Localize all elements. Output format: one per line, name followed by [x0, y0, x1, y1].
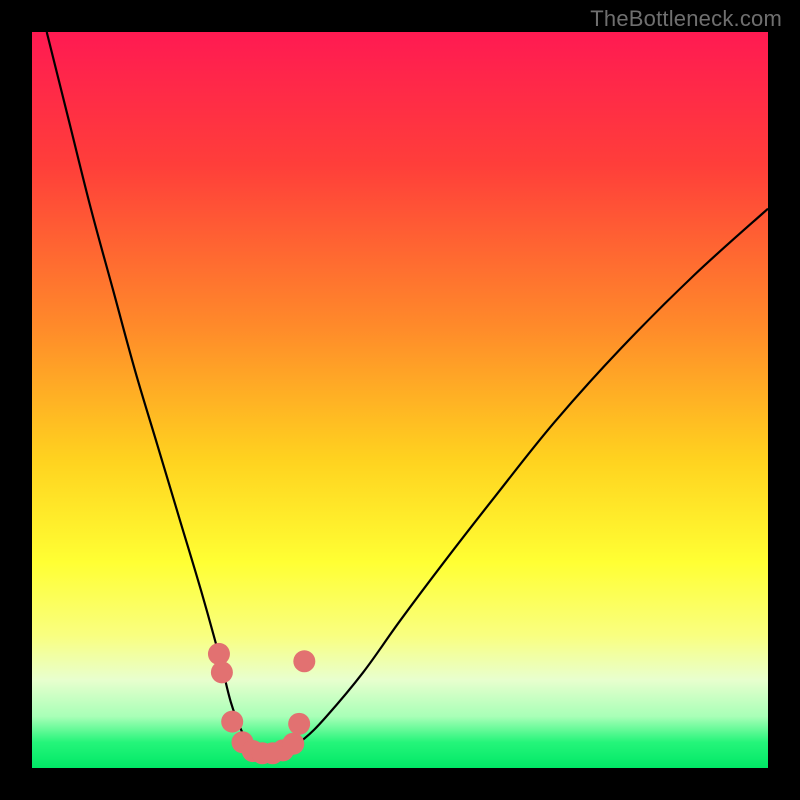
data-point	[288, 713, 310, 735]
data-point	[221, 711, 243, 733]
chart-frame: TheBottleneck.com	[0, 0, 800, 800]
data-point	[293, 650, 315, 672]
data-point	[211, 661, 233, 683]
watermark-text: TheBottleneck.com	[590, 6, 782, 32]
data-point	[282, 733, 304, 755]
plot-background	[32, 32, 768, 768]
data-point	[208, 643, 230, 665]
bottleneck-chart	[0, 0, 800, 800]
